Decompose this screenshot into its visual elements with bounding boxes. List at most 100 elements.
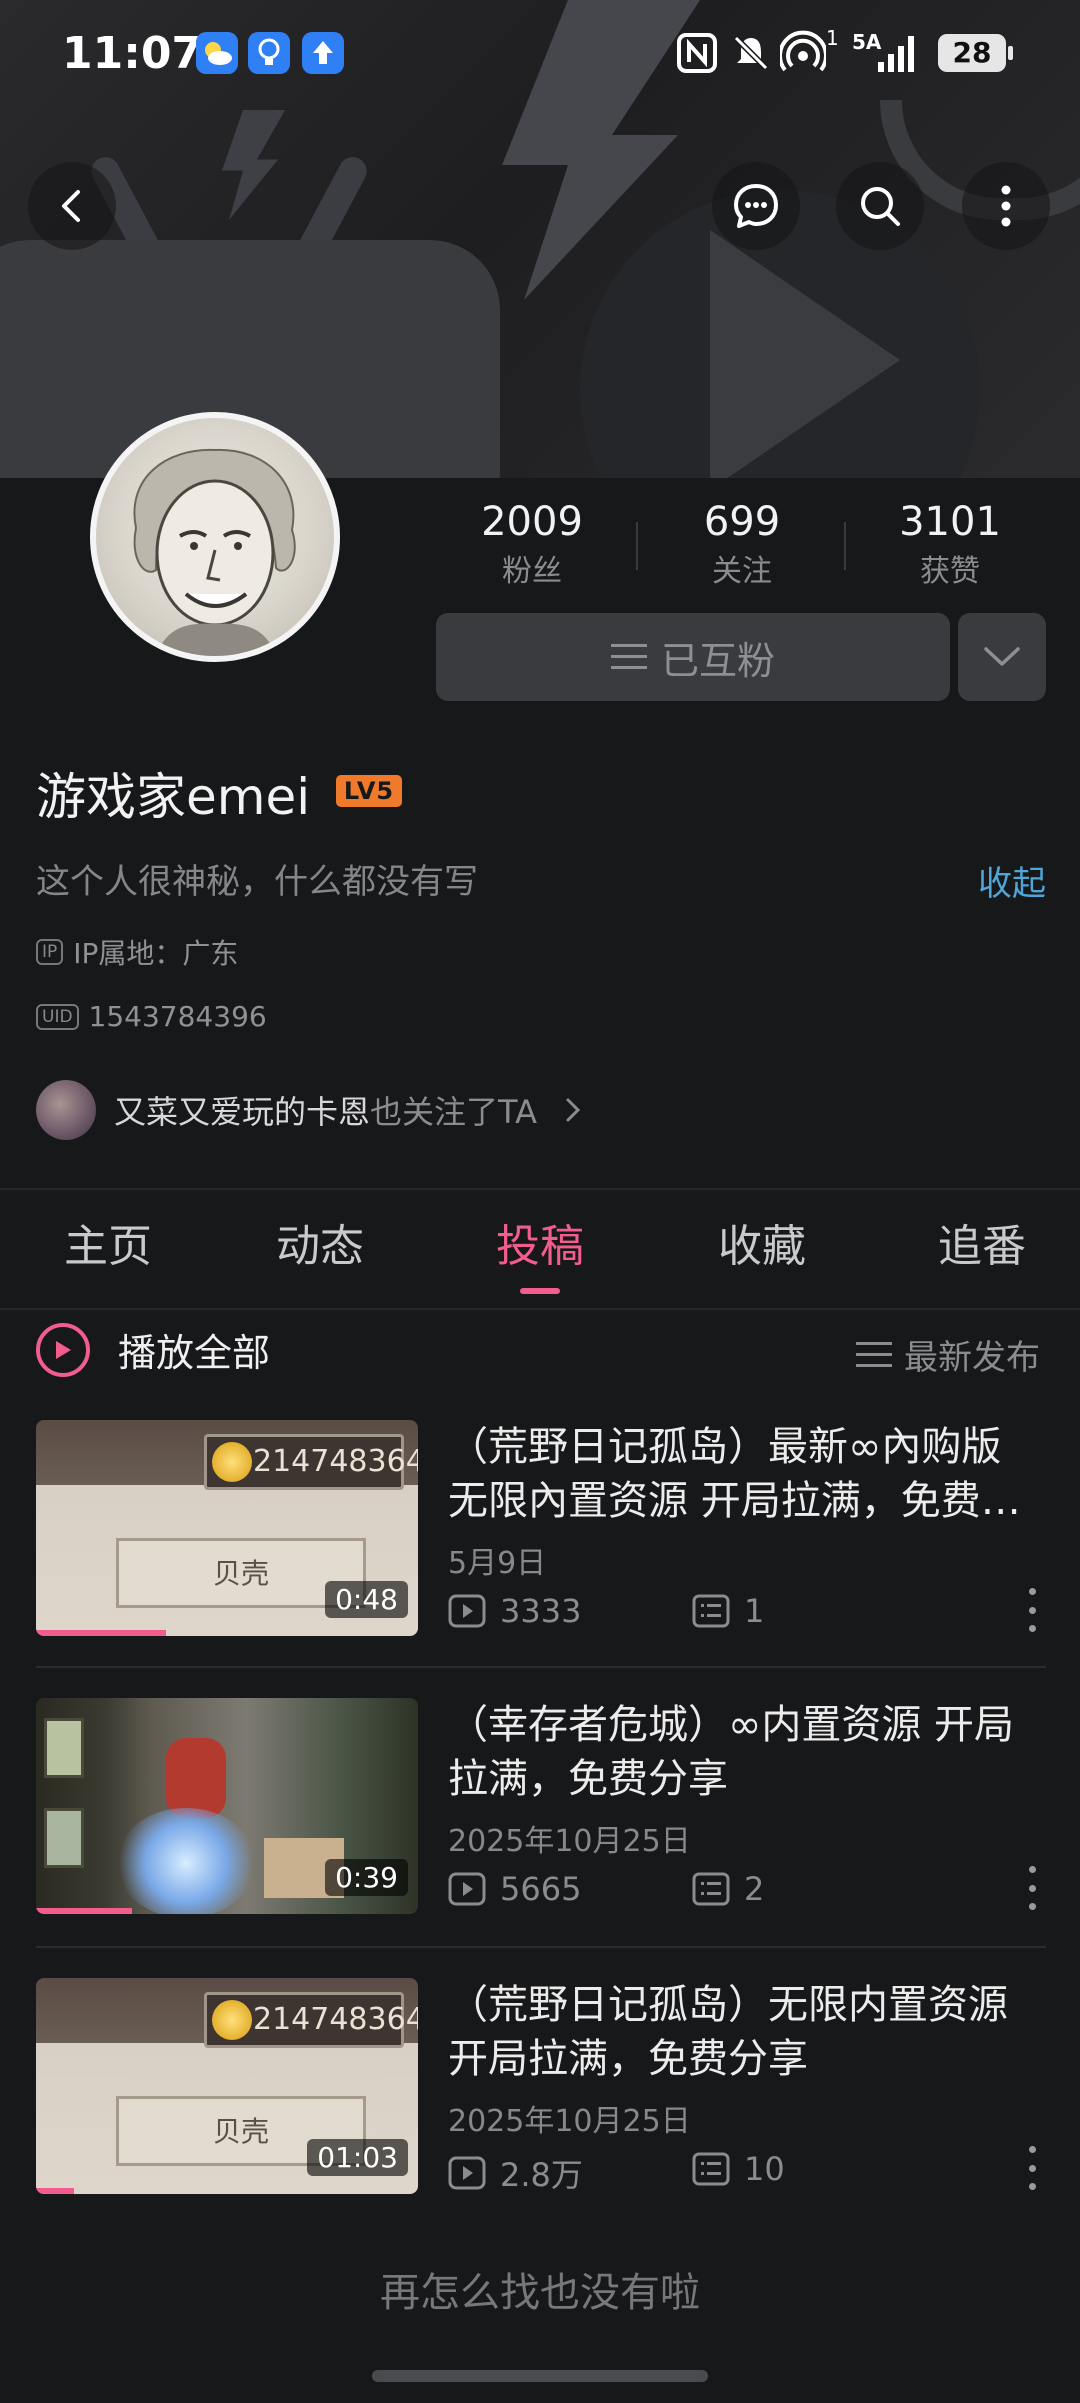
watch-progress-bar bbox=[36, 1630, 166, 1636]
back-button[interactable] bbox=[28, 162, 116, 250]
more-vertical-icon bbox=[1001, 185, 1011, 227]
chevron-down-icon bbox=[984, 647, 1020, 666]
video-title[interactable]: （荒野日记孤岛）无限内置资源 开局拉满，免费分享 bbox=[448, 1978, 1048, 2086]
active-tab-indicator bbox=[520, 1288, 560, 1294]
video-more-button[interactable] bbox=[1022, 1866, 1042, 1910]
avatar-portrait-icon bbox=[133, 448, 296, 656]
comment-count-icon bbox=[692, 1594, 730, 1628]
play-count-icon bbox=[448, 2156, 486, 2190]
upload-icon bbox=[302, 32, 344, 74]
video-comments: 1 bbox=[692, 1592, 764, 1630]
video-title[interactable]: （幸存者危城）∞内置资源 开局拉满，免费分享 bbox=[448, 1698, 1048, 1806]
menu-lines-icon bbox=[610, 644, 647, 669]
username: 游戏家emei bbox=[36, 768, 311, 826]
tab-submissions[interactable]: 投稿 bbox=[432, 1210, 648, 1274]
video-duration: 0:48 bbox=[325, 1581, 408, 1618]
avatar[interactable] bbox=[90, 412, 340, 662]
video-date: 2025年10月25日 bbox=[448, 2104, 691, 2139]
weather-icon bbox=[196, 32, 238, 74]
follower-avatar bbox=[36, 1080, 96, 1140]
search-icon bbox=[861, 187, 900, 226]
stat-following-value: 699 bbox=[703, 499, 781, 545]
home-indicator[interactable] bbox=[372, 2370, 708, 2382]
video-comments-count: 1 bbox=[744, 1592, 765, 1630]
tab-favorites[interactable]: 收藏 bbox=[654, 1210, 870, 1274]
video-duration: 0:39 bbox=[325, 1859, 408, 1896]
nfc-icon bbox=[677, 33, 717, 73]
battery-indicator: 28 bbox=[938, 34, 1006, 72]
video-comments: 10 bbox=[692, 2150, 785, 2188]
ip-location-row: IP IP属地：广东 bbox=[36, 932, 238, 972]
collapse-link[interactable]: 收起 bbox=[978, 856, 1046, 905]
ip-location: IP属地：广东 bbox=[73, 937, 239, 970]
play-count-icon bbox=[448, 1872, 486, 1906]
video-more-button[interactable] bbox=[1022, 2146, 1042, 2190]
video-views: 5665 bbox=[448, 1870, 581, 1908]
mute-bell-icon bbox=[733, 35, 769, 71]
play-circle-icon bbox=[36, 1322, 90, 1377]
video-more-button[interactable] bbox=[1022, 1588, 1042, 1632]
comment-count-icon bbox=[692, 1872, 730, 1906]
status-bar: 11:07 1 5A 28 bbox=[0, 0, 1080, 110]
video-views: 3333 bbox=[448, 1592, 581, 1630]
user-bio: 这个人很神秘，什么都没有写 bbox=[36, 862, 478, 902]
tab-bangumi[interactable]: 追番 bbox=[874, 1210, 1080, 1274]
stat-following-label: 关注 bbox=[712, 554, 772, 589]
follower-suffix: 也关注了TA bbox=[370, 1093, 537, 1131]
mutual-follow-button[interactable]: 已互粉 bbox=[436, 613, 950, 701]
play-all-label: 播放全部 bbox=[118, 1331, 271, 1375]
message-button[interactable] bbox=[712, 162, 800, 250]
video-date: 5月9日 bbox=[448, 1546, 547, 1581]
stat-fans[interactable]: 2009 粉丝 bbox=[442, 498, 622, 594]
back-arrow-icon bbox=[62, 190, 80, 222]
video-views-count: 2.8万 bbox=[500, 2156, 583, 2194]
status-time: 11:07 bbox=[62, 28, 203, 79]
video-thumbnail[interactable]: 214748364 贝壳 01:03 bbox=[36, 1978, 418, 2194]
mutual-follow-label: 已互粉 bbox=[660, 638, 775, 683]
uid-value[interactable]: 1543784396 bbox=[89, 1000, 267, 1033]
video-comments-count: 2 bbox=[744, 1870, 765, 1908]
play-all-button[interactable]: 播放全部 bbox=[36, 1322, 270, 1377]
level-badge: LV5 bbox=[336, 775, 402, 807]
video-item[interactable]: 214748364 贝壳 0:48 （荒野日记孤岛）最新∞內购版 无限內置资源 … bbox=[36, 1420, 1046, 1636]
hotspot-icon bbox=[780, 30, 826, 72]
more-button[interactable] bbox=[962, 162, 1050, 250]
video-title[interactable]: （荒野日记孤岛）最新∞內购版 无限內置资源 开局拉满，免费分享 bbox=[448, 1420, 1048, 1528]
tab-dynamics[interactable]: 动态 bbox=[212, 1210, 428, 1274]
stat-following[interactable]: 699 关注 bbox=[652, 498, 832, 594]
coin-icon bbox=[212, 2000, 252, 2040]
search-button[interactable] bbox=[836, 162, 924, 250]
ip-badge-icon: IP bbox=[36, 939, 64, 965]
video-item[interactable]: 214748364 贝壳 01:03 （荒野日记孤岛）无限内置资源 开局拉满，免… bbox=[36, 1978, 1046, 2194]
stat-likes-value: 3101 bbox=[899, 499, 1001, 545]
play-count-icon bbox=[448, 1594, 486, 1628]
sort-label: 最新发布 bbox=[904, 1338, 1040, 1378]
recommend-dropdown-button[interactable] bbox=[958, 613, 1046, 701]
lightbulb-icon bbox=[248, 32, 290, 74]
video-date: 2025年10月25日 bbox=[448, 1824, 691, 1859]
uid-row: UID 1543784396 bbox=[36, 1000, 267, 1033]
signal-icon bbox=[878, 36, 914, 72]
common-follower-row[interactable]: 又菜又爱玩的卡恩也关注了TA bbox=[36, 1080, 583, 1140]
stat-fans-label: 粉丝 bbox=[502, 554, 562, 589]
comment-count-icon bbox=[692, 2152, 730, 2186]
uid-badge-icon: UID bbox=[36, 1003, 79, 1030]
watch-progress-bar bbox=[36, 2188, 75, 2194]
video-thumbnail[interactable]: 214748364 贝壳 0:48 bbox=[36, 1420, 418, 1636]
tab-home[interactable]: 主页 bbox=[0, 1210, 216, 1274]
chevron-right-icon bbox=[566, 1098, 581, 1122]
video-views: 2.8万 bbox=[448, 2150, 583, 2196]
sort-button[interactable]: 最新发布 bbox=[856, 1330, 1040, 1379]
video-item[interactable]: 0:39 （幸存者危城）∞内置资源 开局拉满，免费分享 2025年10月25日 … bbox=[36, 1698, 1046, 1914]
sim-index: 1 bbox=[826, 26, 839, 50]
stat-likes[interactable]: 3101 获赞 bbox=[860, 498, 1040, 594]
sort-lines-icon bbox=[856, 1341, 892, 1367]
follower-name: 又菜又爱玩的卡恩 bbox=[114, 1093, 371, 1131]
coin-icon bbox=[212, 1442, 252, 1482]
chat-bubble-icon bbox=[734, 184, 778, 228]
video-views-count: 3333 bbox=[500, 1592, 582, 1630]
video-thumbnail[interactable]: 0:39 bbox=[36, 1698, 418, 1914]
end-of-list-text: 再怎么找也没有啦 bbox=[380, 2270, 700, 2316]
video-views-count: 5665 bbox=[500, 1870, 582, 1908]
stat-likes-label: 获赞 bbox=[920, 554, 980, 589]
